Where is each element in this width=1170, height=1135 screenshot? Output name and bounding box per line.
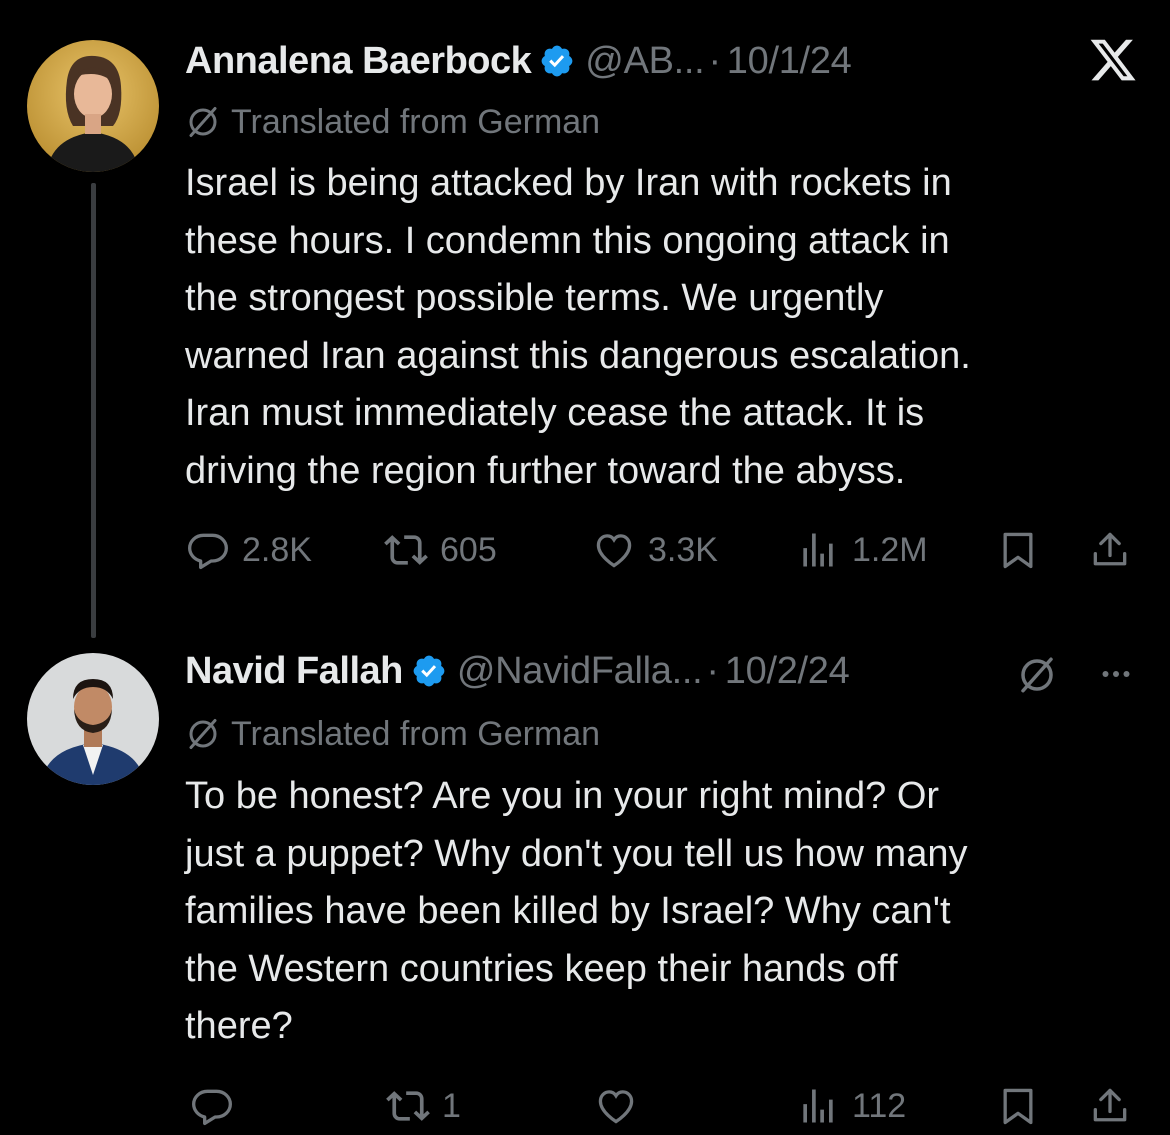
reply-icon (188, 533, 228, 570)
author-name[interactable]: Navid Fallah (185, 650, 403, 693)
reply-button[interactable]: 2.8K (186, 522, 312, 578)
tweet-text-line: the Western countries keep their hands o… (185, 947, 898, 990)
views-icon (803, 533, 833, 567)
tweet-text: To be honest? Are you in your right mind… (185, 768, 1145, 1056)
tweet-actions: 1 112 (0, 1078, 1170, 1134)
x-logo-icon[interactable] (1087, 35, 1139, 85)
more-icon[interactable] (1094, 656, 1138, 692)
repost-button[interactable]: 605 (384, 522, 497, 578)
translated-text: Translated from German (231, 102, 601, 141)
avatar-fallah[interactable] (27, 653, 159, 785)
share-button[interactable] (1088, 522, 1132, 578)
tweet-text-line: families have been killed by Israel? Why… (185, 890, 951, 933)
verified-badge-icon (541, 45, 573, 77)
like-count: 3.3K (648, 530, 718, 569)
author-handle[interactable]: @NavidFalla... (457, 650, 703, 693)
repost-icon (384, 535, 428, 565)
avatar-baerbock[interactable] (27, 40, 159, 172)
tweet-actions: 2.8K 605 3.3K 1.2M (0, 522, 1170, 578)
translate-slash-icon (189, 719, 217, 749)
tweet-text-line: driving the region further toward the ab… (185, 449, 906, 492)
translated-label[interactable]: Translated from German (185, 712, 600, 756)
repost-button[interactable]: 1 (386, 1078, 461, 1134)
bookmark-button[interactable] (996, 1078, 1040, 1134)
separator-dot: · (706, 649, 719, 692)
reply-button[interactable] (190, 1078, 246, 1134)
tweet-text-line: just a puppet? Why don't you tell us how… (185, 832, 968, 875)
tweet-text-line: warned Iran against this dangerous escal… (185, 334, 971, 377)
repost-count: 605 (440, 530, 497, 569)
repost-icon (386, 1091, 430, 1121)
translate-slash-icon[interactable] (1016, 654, 1058, 696)
reply-icon (192, 1089, 232, 1126)
author-handle[interactable]: @AB... (585, 40, 704, 83)
heart-icon (596, 534, 632, 568)
share-button[interactable] (1088, 1078, 1132, 1134)
author-name[interactable]: Annalena Baerbock (185, 40, 532, 83)
translated-label[interactable]: Translated from German (185, 100, 600, 144)
heart-icon (598, 1090, 634, 1124)
share-icon (1093, 532, 1127, 566)
bookmark-icon (1003, 1088, 1033, 1125)
views-icon (803, 1089, 833, 1123)
tweet-header: Annalena Baerbock @AB... · 10/1/24 (185, 36, 852, 86)
like-button[interactable]: 3.3K (592, 522, 718, 578)
translated-text: Translated from German (231, 714, 601, 753)
views-button[interactable]: 1.2M (796, 522, 928, 578)
like-button[interactable] (594, 1078, 650, 1134)
tweet-header: Navid Fallah @NavidFalla... · 10/2/24 (185, 646, 850, 696)
views-count: 1.2M (852, 530, 928, 569)
tweet-text-line: Iran must immediately cease the attack. … (185, 392, 925, 435)
tweet-text-line: there? (185, 1005, 293, 1048)
tweet-text-line: To be honest? Are you in your right mind… (185, 775, 940, 817)
bookmark-icon (1003, 532, 1033, 569)
tweet-date[interactable]: 10/1/24 (727, 40, 852, 83)
share-icon (1093, 1088, 1127, 1122)
views-count: 112 (852, 1086, 907, 1125)
views-button[interactable]: 112 (796, 1078, 906, 1134)
reply-count: 2.8K (242, 530, 312, 569)
bookmark-button[interactable] (996, 522, 1040, 578)
translate-slash-icon (189, 107, 217, 137)
tweet-text-line: these hours. I condemn this ongoing atta… (185, 219, 950, 262)
separator-dot: · (708, 39, 721, 82)
tweet-text-line: Israel is being attacked by Iran with ro… (185, 162, 952, 204)
tweet-date[interactable]: 10/2/24 (725, 650, 850, 693)
verified-badge-icon (413, 655, 445, 687)
tweet-text: Israel is being attacked by Iran with ro… (185, 155, 1145, 501)
tweet-text-line: the strongest possible terms. We urgentl… (185, 277, 884, 320)
repost-count: 1 (442, 1086, 461, 1125)
